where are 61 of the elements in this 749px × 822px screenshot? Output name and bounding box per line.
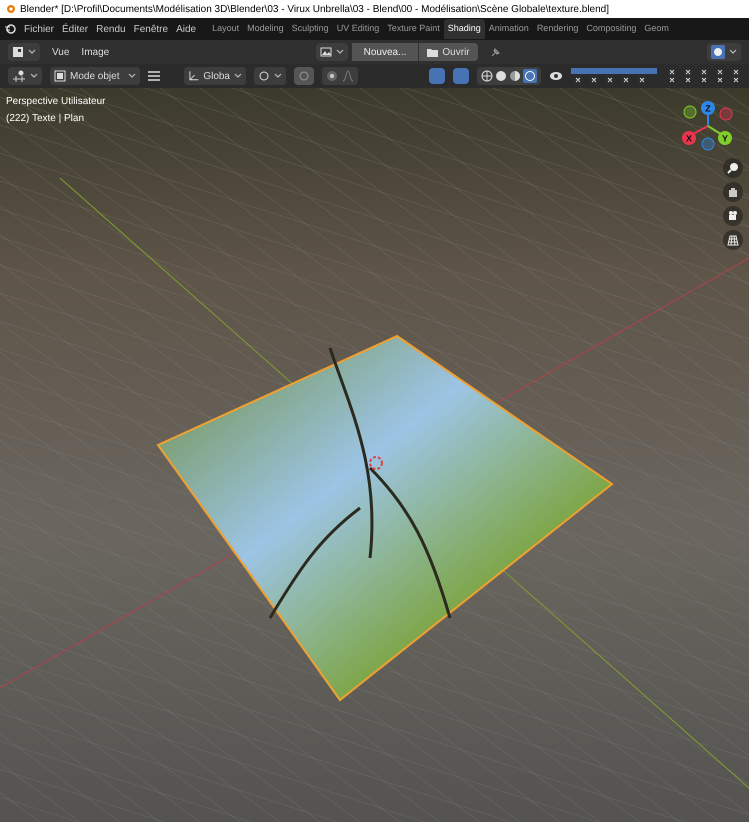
axes-icon xyxy=(188,70,200,82)
caret-icon xyxy=(28,49,36,55)
workspace-tab[interactable]: Shading xyxy=(444,19,485,39)
workspace-tab[interactable]: Geom xyxy=(640,19,673,39)
workspace-tab[interactable]: Layout xyxy=(208,19,244,39)
workspace-tab[interactable]: Rendering xyxy=(532,19,582,39)
shading-dropdown[interactable] xyxy=(707,43,742,61)
workspace-tab[interactable]: Sculpting xyxy=(288,19,333,39)
editor-type-button[interactable] xyxy=(8,43,40,61)
caret-icon xyxy=(729,49,738,55)
image-icon xyxy=(12,46,24,58)
blender-logo-icon[interactable] xyxy=(4,23,16,35)
falloff-curve-icon xyxy=(342,70,354,82)
menu-item[interactable]: Vue xyxy=(52,44,70,60)
solid-icon xyxy=(495,70,507,82)
new-image-button[interactable]: Nouvea... xyxy=(352,43,418,61)
mode-dropdown[interactable]: Mode objet xyxy=(50,67,140,85)
menu-item[interactable]: Rendu xyxy=(96,22,126,36)
caret-icon xyxy=(274,73,282,79)
image-browse-button[interactable] xyxy=(316,43,348,61)
sphere-icon xyxy=(711,45,726,59)
open-image-button[interactable]: Ouvrir xyxy=(418,43,478,61)
workspace-tab[interactable]: Animation xyxy=(484,19,533,39)
overlay-toggle[interactable] xyxy=(453,68,469,84)
blender-logo-icon xyxy=(4,3,16,15)
menu-item[interactable]: Aide xyxy=(176,22,196,36)
workspace-tab[interactable]: Texture Paint xyxy=(383,19,444,39)
menu-item[interactable]: Fenêtre xyxy=(134,22,168,36)
eye-icon[interactable] xyxy=(549,71,563,81)
image-icon xyxy=(320,46,332,58)
folder-icon xyxy=(427,48,438,56)
workspace-tab[interactable]: UV Editing xyxy=(332,19,384,39)
menu-item[interactable]: Fichier xyxy=(24,22,54,36)
workspace-tab[interactable]: Modeling xyxy=(243,19,288,39)
view-name-label: Perspective Utilisateur xyxy=(6,95,106,109)
window-title: Blender* [D:\Profil\Documents\Modélisation 3D\Blender\03 - Virux Unbrella\03 - Blend\00 - Modélisation\Scène Globale\texture.blend] xyxy=(20,2,610,16)
circle-icon xyxy=(326,70,338,82)
object-info-label: (222) Texte | Plan xyxy=(6,112,86,126)
caret-icon xyxy=(336,49,344,55)
transform-dropdown[interactable] xyxy=(8,67,42,85)
caret-icon xyxy=(30,73,38,79)
rendered-icon xyxy=(523,69,537,83)
pivot-dropdown[interactable] xyxy=(254,67,286,85)
gizmo-toggle[interactable] xyxy=(429,68,445,84)
material-icon xyxy=(509,70,521,82)
wireframe-icon xyxy=(481,70,493,82)
navigation-gizmo[interactable]: X Y Z xyxy=(678,98,740,154)
menu-item[interactable]: Image xyxy=(81,44,110,60)
workspace-tab[interactable]: Compositing xyxy=(582,19,640,39)
shading-mode-buttons[interactable] xyxy=(477,67,541,85)
caret-icon xyxy=(128,73,136,79)
pin-icon[interactable] xyxy=(490,46,501,58)
pivot-icon xyxy=(12,70,26,82)
menu-icon[interactable] xyxy=(148,71,160,81)
caret-icon xyxy=(234,73,242,79)
orientation-dropdown[interactable]: Globa xyxy=(184,67,246,85)
menu-item[interactable]: Éditer xyxy=(62,22,88,36)
proportional-edit-button[interactable] xyxy=(322,67,358,85)
snap-button[interactable] xyxy=(294,67,314,85)
object-mode-icon xyxy=(54,70,66,82)
collection-toggles-icon[interactable] xyxy=(571,67,657,85)
